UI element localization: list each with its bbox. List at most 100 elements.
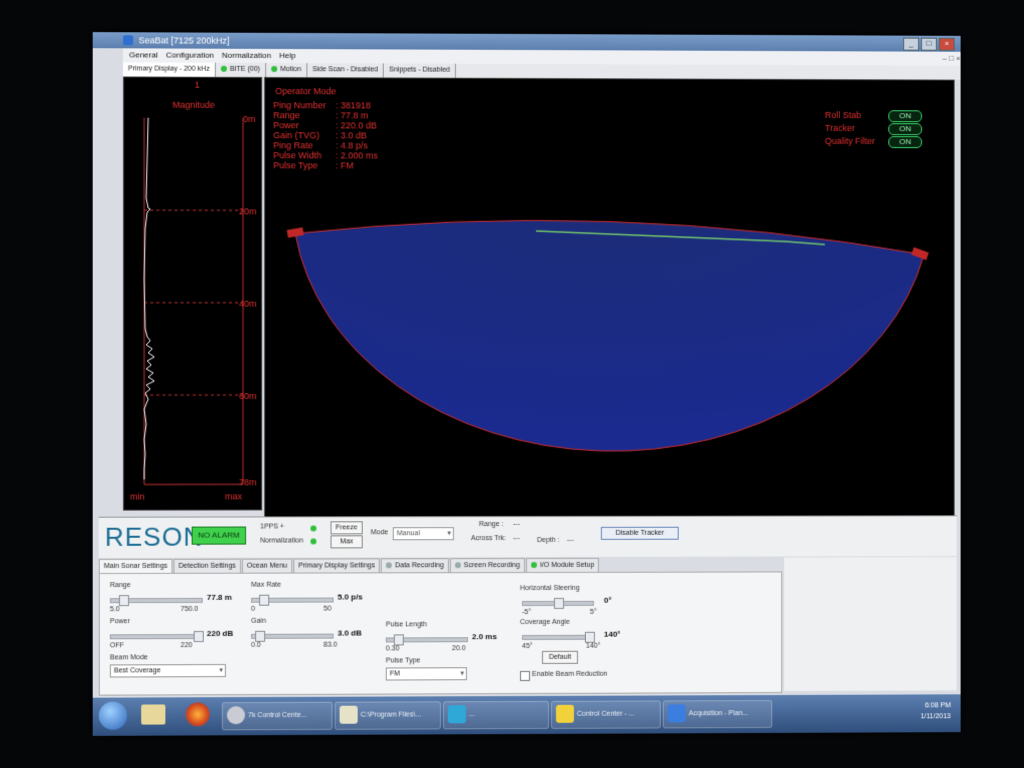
- app-icon: [448, 705, 466, 723]
- default-button[interactable]: Default: [542, 651, 578, 664]
- tab-bite[interactable]: BITE (00): [216, 63, 266, 77]
- beam-mode-select[interactable]: Best Coverage: [110, 664, 226, 677]
- tab-data-recording[interactable]: Data Recording: [381, 558, 449, 572]
- slider-knob[interactable]: [585, 632, 595, 643]
- taskbar-label: Acquisition - Plan...: [689, 710, 749, 717]
- pulse-length-slider[interactable]: [386, 637, 468, 642]
- taskbar-item-acquisition[interactable]: Acquisition - Plan...: [663, 700, 772, 728]
- depth-label: Depth :: [537, 537, 560, 544]
- taskbar-item-3[interactable]: ...: [443, 701, 549, 729]
- tab-side-scan[interactable]: Side Scan - Disabled: [307, 63, 384, 77]
- menu-general[interactable]: General: [129, 48, 158, 62]
- beam-reduction-checkbox[interactable]: [520, 671, 530, 681]
- menu-normalization[interactable]: Normalization: [222, 49, 271, 63]
- taskbar-item-pds-control-center[interactable]: Control Center - ...: [551, 700, 661, 728]
- window-controls: _ □ ×: [903, 38, 954, 51]
- disable-tracker-button[interactable]: Disable Tracker: [601, 527, 679, 540]
- depth-value: ---: [567, 537, 574, 544]
- beam-mode-label: Beam Mode: [110, 654, 148, 661]
- explorer-icon[interactable]: [141, 704, 165, 724]
- slider-knob[interactable]: [194, 631, 204, 642]
- window-title: SeaBat [7125 200kHz]: [139, 35, 230, 45]
- slider-knob[interactable]: [119, 595, 129, 606]
- status-led-icon: [221, 66, 227, 72]
- taskbar-item-control-center[interactable]: 7k Control Cente...: [222, 702, 333, 731]
- magnitude-panel: 1 Magnitude 0m 20m 40m 60m 78m min max: [123, 76, 262, 510]
- range-slider[interactable]: [110, 598, 203, 603]
- max-rate-slider[interactable]: [251, 598, 333, 603]
- slider-knob[interactable]: [259, 595, 269, 606]
- firefox-icon[interactable]: [186, 702, 210, 726]
- tab-snippets[interactable]: Snippets - Disabled: [384, 63, 456, 77]
- mode-label: Mode: [371, 529, 389, 536]
- pulse-length-min: 0.30: [386, 645, 400, 652]
- tab-label: BITE (00): [230, 66, 260, 73]
- freeze-button[interactable]: Freeze: [331, 521, 363, 534]
- gain-slider[interactable]: [251, 634, 333, 639]
- max-button[interactable]: Max: [331, 535, 363, 548]
- tab-label: Primary Display Settings: [298, 562, 375, 569]
- inner-window-controls[interactable]: – □ ×: [942, 52, 960, 66]
- range-setting-value: 77.8 m: [207, 593, 232, 602]
- range-setting-label: Range: [110, 582, 131, 589]
- tab-label: Ocean Menu: [247, 563, 287, 570]
- max-rate-max: 50: [324, 606, 332, 613]
- range-label: Range :: [479, 521, 504, 528]
- tab-primary-display-settings[interactable]: Primary Display Settings: [293, 558, 380, 572]
- power-min: OFF: [110, 642, 124, 649]
- power-slider[interactable]: [110, 634, 203, 639]
- horizontal-steering-max: 5°: [590, 609, 597, 616]
- tab-label: Main Sonar Settings: [104, 563, 168, 570]
- start-button[interactable]: [99, 702, 127, 730]
- coverage-angle-min: 45°: [522, 643, 533, 650]
- tab-ocean-menu[interactable]: Ocean Menu: [242, 559, 292, 573]
- menu-configuration[interactable]: Configuration: [166, 48, 214, 62]
- system-tray: 6:08 PM 1/11/2013: [920, 700, 950, 722]
- tab-label: Data Recording: [395, 562, 444, 569]
- depth-label-78: 78m: [239, 477, 257, 487]
- tab-motion[interactable]: Motion: [266, 63, 307, 77]
- tab-label: Snippets - Disabled: [389, 66, 450, 73]
- min-label: min: [130, 492, 145, 502]
- horizontal-steering-min: -5°: [522, 609, 531, 616]
- taskbar-item-program-files[interactable]: C:\Program Files\...: [335, 701, 441, 729]
- horizontal-steering-value: 0°: [604, 596, 612, 605]
- magnitude-plot: [124, 77, 261, 509]
- coverage-angle-value: 140°: [604, 630, 621, 639]
- pulse-length-max: 20.0: [452, 645, 466, 652]
- coverage-angle-label: Coverage Angle: [520, 619, 570, 626]
- pulse-length-value: 2.0 ms: [472, 632, 497, 641]
- tab-label: Detection Settings: [179, 563, 236, 570]
- pulse-type-label: Pulse Type: [386, 657, 421, 664]
- status-led-icon: [386, 562, 392, 568]
- maximize-icon[interactable]: □: [921, 38, 937, 51]
- tab-main-sonar-settings[interactable]: Main Sonar Settings: [99, 559, 173, 573]
- monitor-screen: SeaBat [7125 200kHz] _ □ × General Confi…: [93, 32, 961, 736]
- taskbar-label: Control Center - ...: [577, 711, 634, 718]
- depth-label-40: 40m: [239, 299, 257, 309]
- coverage-angle-slider[interactable]: [522, 635, 594, 640]
- max-rate-label: Max Rate: [251, 582, 281, 589]
- menu-help[interactable]: Help: [279, 49, 296, 63]
- close-icon[interactable]: ×: [939, 38, 955, 51]
- slider-knob[interactable]: [394, 634, 404, 645]
- across-track-value: ---: [513, 535, 520, 542]
- slider-knob[interactable]: [255, 631, 265, 642]
- tab-detection-settings[interactable]: Detection Settings: [174, 559, 241, 573]
- status-bar: RESON NO ALARM 1PPS + Normalization Free…: [99, 515, 957, 558]
- clock-date: 1/11/2013: [920, 711, 950, 722]
- tab-primary-display[interactable]: Primary Display - 200 kHz: [123, 62, 216, 76]
- max-label: max: [225, 491, 242, 501]
- horizontal-steering-slider[interactable]: [522, 601, 594, 606]
- slider-knob[interactable]: [554, 598, 564, 609]
- tab-screen-recording[interactable]: Screen Recording: [450, 558, 525, 572]
- mode-select[interactable]: Manual: [393, 527, 454, 540]
- minimize-icon[interactable]: _: [903, 38, 919, 51]
- pulse-type-select[interactable]: FM: [386, 667, 467, 680]
- taskbar: 7k Control Cente... C:\Program Files\...…: [93, 694, 961, 736]
- status-led-icon: [271, 66, 277, 72]
- settings-side-panel: [784, 557, 956, 691]
- max-rate-min: 0: [251, 606, 255, 613]
- tab-io-module-setup[interactable]: I/O Module Setup: [526, 558, 599, 572]
- range-value: ---: [513, 521, 520, 528]
